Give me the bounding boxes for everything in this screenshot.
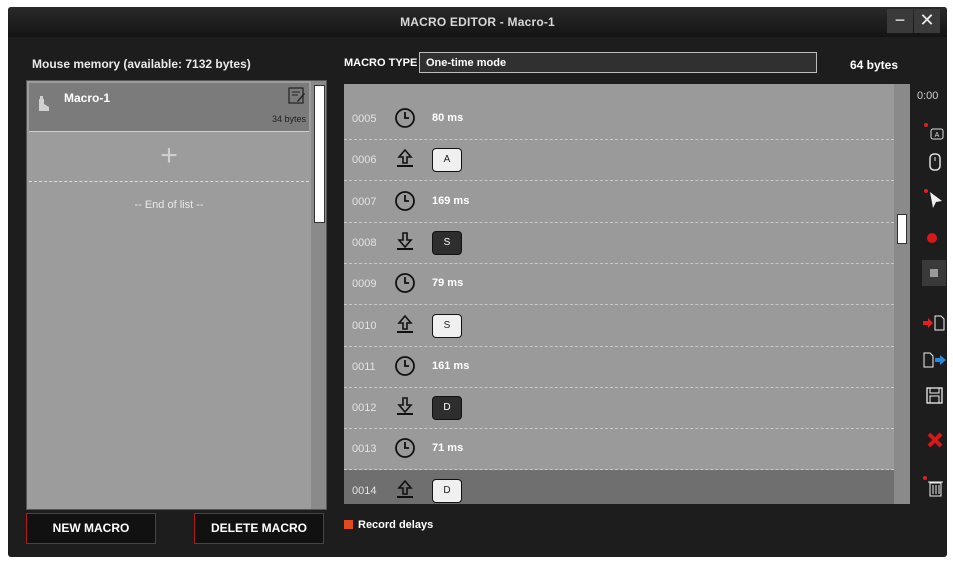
delay-value: 71 ms — [432, 442, 464, 455]
window-title: MACRO EDITOR - Macro-1 — [400, 15, 555, 29]
event-row[interactable]: 0009 79 ms — [344, 263, 894, 306]
delay-value: 161 ms — [432, 359, 470, 372]
keyboard-key-icon[interactable]: A — [922, 120, 947, 146]
key-badge: A — [432, 148, 462, 173]
macro-size: 34 bytes — [272, 114, 307, 124]
event-list-scrollbar[interactable] — [894, 84, 910, 504]
macro-list-item[interactable]: Macro-1 34 bytes — [29, 83, 309, 132]
event-row[interactable]: 0006 A — [344, 139, 894, 182]
event-index: 0009 — [352, 278, 377, 291]
key-down-icon — [397, 232, 413, 250]
end-of-list-label: -- End of list -- — [134, 199, 204, 211]
macro-list-panel: Macro-1 34 bytes + -- End of list -- — [26, 80, 327, 510]
event-row[interactable]: 0007 169 ms — [344, 181, 894, 223]
macro-bytes-label: 64 bytes — [850, 58, 899, 72]
checkbox-icon[interactable] — [344, 520, 353, 529]
event-index: 0014 — [352, 484, 377, 497]
record-icon[interactable] — [922, 225, 947, 251]
clock-icon — [395, 273, 415, 294]
svg-text:A: A — [935, 132, 940, 139]
clock-icon — [395, 355, 415, 376]
record-delays-toggle[interactable]: Record delays — [344, 519, 433, 531]
clock-icon — [395, 108, 415, 128]
add-macro-button[interactable]: + — [29, 133, 309, 182]
delay-value: 79 ms — [432, 277, 464, 290]
event-index: 0013 — [352, 443, 377, 456]
event-row[interactable]: 0011 161 ms — [344, 346, 894, 388]
edit-icon[interactable] — [288, 87, 306, 105]
scrollbar-thumb[interactable] — [314, 85, 325, 223]
key-badge: S — [432, 313, 462, 338]
event-row[interactable]: 0008 S — [344, 222, 894, 264]
delay-value: 169 ms — [432, 194, 470, 207]
macro-name: Macro-1 — [64, 91, 111, 105]
key-badge: D — [432, 396, 462, 421]
scrollbar-thumb[interactable] — [897, 214, 907, 244]
delete-x-icon[interactable] — [922, 427, 947, 453]
minimize-button[interactable]: − — [887, 9, 913, 33]
clock-icon — [395, 438, 415, 459]
event-index: 0008 — [352, 236, 377, 249]
macro-editor-window: MACRO EDITOR - Macro-1 − ✕ Mouse memory … — [8, 7, 947, 557]
mouse-icon[interactable] — [922, 150, 947, 176]
delete-macro-button[interactable]: DELETE MACRO — [194, 513, 324, 544]
event-row[interactable]: 0005 80 ms — [344, 98, 894, 140]
event-index: 0012 — [352, 402, 377, 415]
timer-label: 0:00 — [917, 90, 939, 102]
key-up-icon — [397, 314, 413, 333]
export-icon[interactable] — [922, 347, 947, 373]
event-index: 0011 — [352, 360, 376, 373]
key-badge: S — [432, 230, 462, 255]
delay-value: 80 ms — [432, 112, 464, 124]
event-row[interactable]: 0013 71 ms — [344, 428, 894, 471]
key-badge: D — [432, 478, 462, 503]
close-button[interactable]: ✕ — [914, 9, 940, 33]
trash-icon[interactable] — [922, 475, 947, 501]
key-down-icon — [397, 397, 413, 416]
new-macro-button[interactable]: NEW MACRO — [26, 513, 156, 544]
event-row[interactable]: 0012 D — [344, 387, 894, 430]
event-row[interactable]: 0010 S — [344, 305, 894, 347]
macro-type-label: MACRO TYPE — [344, 57, 418, 69]
macro-list-scrollbar[interactable] — [311, 81, 326, 509]
event-index: 0005 — [352, 113, 377, 125]
macro-icon — [39, 96, 49, 111]
save-icon[interactable] — [922, 383, 947, 409]
key-up-icon — [397, 149, 413, 168]
key-up-icon — [397, 479, 413, 498]
macro-type-select[interactable]: One-time mode — [419, 52, 817, 73]
event-row[interactable]: 0014 D — [344, 469, 894, 504]
memory-label: Mouse memory (available: 7132 bytes) — [32, 57, 251, 71]
event-index: 0010 — [352, 319, 377, 332]
event-list: 0005 80 ms 0006 A 0007 169 ms 0008 S 0009 79 ms 00… — [344, 84, 910, 504]
record-delays-label: Record delays — [358, 519, 434, 531]
clock-icon — [395, 190, 415, 211]
stop-icon[interactable] — [922, 260, 947, 286]
cursor-icon[interactable] — [922, 187, 947, 213]
title-bar: MACRO EDITOR - Macro-1 − ✕ — [8, 7, 947, 37]
event-index: 0006 — [352, 154, 377, 167]
event-index: 0007 — [352, 195, 377, 208]
import-icon[interactable] — [922, 310, 947, 336]
